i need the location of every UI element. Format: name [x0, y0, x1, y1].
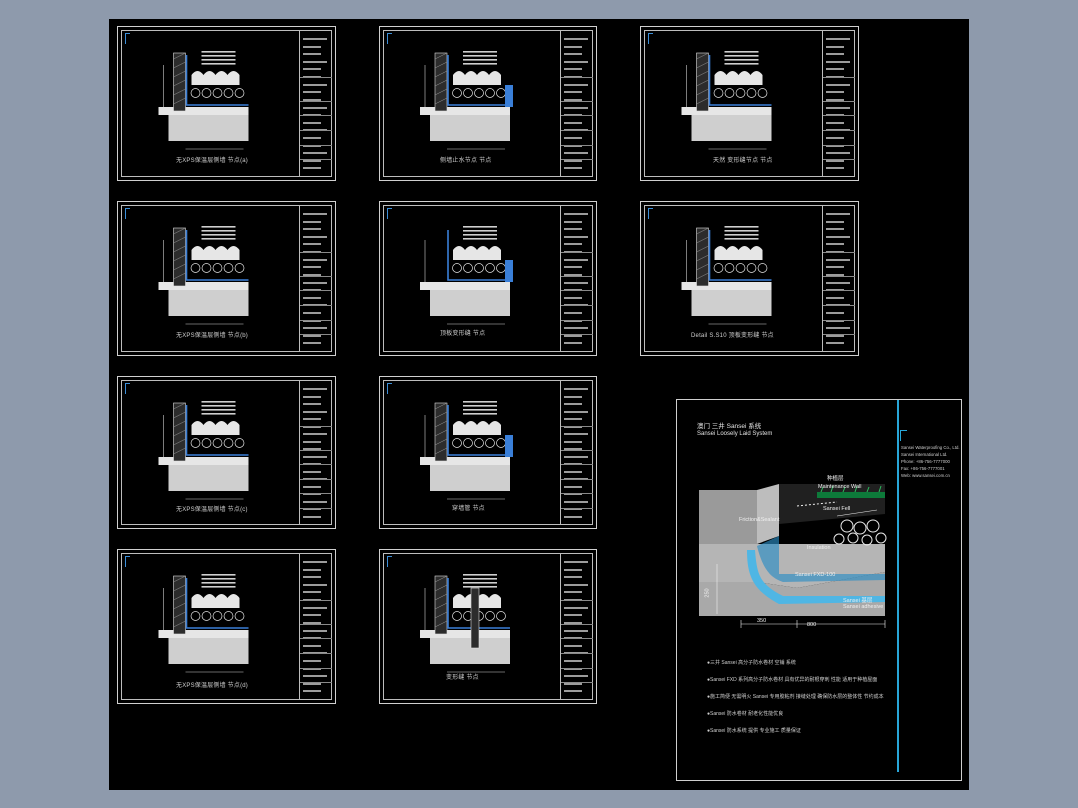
detail-drawing [420, 51, 513, 150]
note-item: ●Sansei 防水系统 提供 专业施工 质量保证 [707, 728, 801, 734]
label-maintenance: Maintenance Wall [818, 484, 862, 490]
logo-icon [900, 430, 907, 441]
note-item: ●Sansei FXD 系列高分子防水卷材 具有优异的耐根穿刺 性能 适用于种植… [707, 677, 878, 683]
poster-accent-line [897, 400, 899, 772]
contact-line: Sansei Waterproofing Co., Ltd. [901, 445, 960, 450]
detail-sheet-3[interactable]: 天然 变形缝节点 节点 [640, 26, 859, 181]
contact-line: Sansei International Ltd. [901, 452, 948, 457]
poster-subtitle: Sansei Loosely Laid System [697, 431, 773, 437]
note-item: ●Sansei 防水卷材 耐老化性能优良 [707, 711, 784, 717]
detail-drawing [420, 226, 513, 325]
title-block [560, 380, 593, 525]
system-poster-sheet[interactable]: 澳门 三井 Sansei 系统 Sansei Loosely Laid Syst… [676, 399, 962, 781]
detail-sheet-7[interactable]: 无XPS保温层侧墙 节点(c) [117, 376, 336, 529]
label-top: 种植层 [827, 476, 844, 482]
detail-drawing [158, 401, 249, 500]
detail-drawing [158, 226, 249, 325]
dimension-250: 250 [704, 588, 711, 598]
detail-drawing [681, 226, 772, 325]
title-block [299, 205, 332, 352]
label-adhesive: Sansei adhesive [843, 604, 884, 610]
title-block [560, 553, 593, 700]
detail-sheet-2[interactable]: 侧墙止水节点 节点 [379, 26, 597, 181]
note-item: ●三井 Sansei 高分子防水卷材 空铺 系统 [707, 660, 796, 666]
label-base: Sansei 基层 [843, 598, 873, 604]
detail-drawing [158, 574, 249, 673]
detail-drawing [420, 574, 510, 673]
detail-sheet-10[interactable]: 变形缝 节点 [379, 549, 597, 704]
label-insulation: Insulation [807, 545, 831, 551]
detail-sheet-5[interactable]: 顶板变形缝 节点 [379, 201, 597, 356]
detail-drawing [158, 51, 249, 150]
detail-drawing [681, 51, 772, 150]
title-block [299, 30, 332, 177]
title-block [299, 553, 332, 700]
note-item: ●施工简便 无需明火 Sansei 专用胶粘剂 接缝处理 确保防水层的整体性 节… [707, 694, 884, 700]
dimension-350: 350 [757, 618, 767, 624]
contact-line: Web: www.sansei.com.cn [901, 473, 950, 478]
notes-list: ●三井 Sansei 高分子防水卷材 空铺 系统 ●Sansei FXD 系列高… [707, 660, 892, 745]
contact-line: Phone: +86-756-7777000 [901, 459, 950, 464]
detail-sheet-8[interactable]: 穿墙管 节点 [379, 376, 597, 529]
title-block [299, 380, 332, 525]
poster-title: 澳门 三井 Sansei 系统 [697, 423, 762, 430]
title-block [822, 30, 855, 177]
title-block [560, 205, 593, 352]
title-block [560, 30, 593, 177]
detail-drawing [420, 401, 513, 500]
dimension-800: 800 [807, 622, 817, 628]
title-block [822, 205, 855, 352]
detail-sheet-9[interactable]: 无XPS保温层侧墙 节点(d) [117, 549, 336, 704]
detail-sheet-6[interactable]: Detail S.S10 顶板变形缝 节点 [640, 201, 859, 356]
isometric-system-drawing [699, 484, 887, 628]
label-fxd: Sansei FXD-100 [795, 572, 836, 578]
detail-sheet-4[interactable]: 无XPS保温层侧墙 节点(b) [117, 201, 336, 356]
label-sansei-fell: Sansei Fell [823, 506, 851, 512]
contact-block: Sansei Waterproofing Co., Ltd. Sansei In… [901, 444, 963, 479]
label-friction: Friction&Sealant [739, 517, 780, 523]
contact-line: Fax: +86-756-7777001 [901, 466, 945, 471]
detail-sheet-1[interactable]: 无XPS保温层侧墙 节点(a) [117, 26, 336, 181]
